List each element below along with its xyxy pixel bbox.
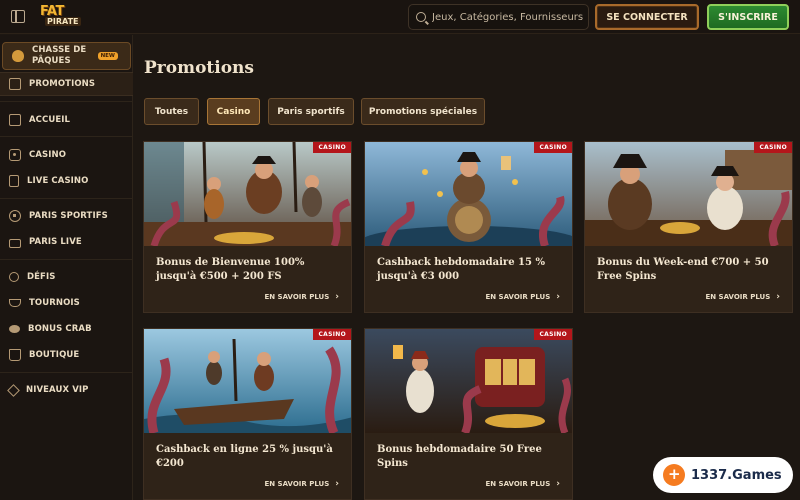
casino-tag: CASINO xyxy=(534,142,572,153)
sidebar-item-vip-levels[interactable]: NIVEAUX VIP xyxy=(0,381,133,399)
casino-tag: CASINO xyxy=(313,142,351,153)
gift-box-icon xyxy=(9,78,21,90)
promo-card-image xyxy=(365,142,572,246)
signup-button[interactable]: S'INSCRIRE xyxy=(707,4,789,30)
new-badge: NEW xyxy=(97,52,118,60)
promo-card-welcome-bonus[interactable]: CASINO Bonus de Bienvenue 100% jusqu'à €… xyxy=(143,141,352,313)
promo-card-image xyxy=(585,142,792,246)
sidebar-item-label: DÉFIS xyxy=(27,271,56,282)
learn-more-label: EN SAVOIR PLUS xyxy=(264,480,330,488)
tab-special-promotions[interactable]: Promotions spéciales xyxy=(361,98,485,125)
sidebar-item-challenges[interactable]: DÉFIS xyxy=(0,268,133,286)
learn-more-link[interactable]: EN SAVOIR PLUS › xyxy=(485,292,560,302)
diamond-icon xyxy=(7,383,20,397)
learn-more-label: EN SAVOIR PLUS xyxy=(485,480,551,488)
logo-text-bottom: PIRATE xyxy=(45,17,81,26)
home-icon xyxy=(9,114,21,126)
casino-chip-icon xyxy=(9,149,21,161)
promo-card-title: Bonus de Bienvenue 100% jusqu'à €500 + 2… xyxy=(156,257,305,282)
sidebar-item-label: PROMOTIONS xyxy=(29,78,96,89)
sidebar-toggle-icon[interactable] xyxy=(11,10,25,23)
card-icon xyxy=(9,175,19,187)
sidebar-item-label: PARIS SPORTIFS xyxy=(29,210,108,221)
promo-card-title: Bonus du Week-end €700 + 50 Free Spins xyxy=(597,257,769,282)
promo-card-title: Bonus hebdomadaire 50 Free Spins xyxy=(377,444,542,469)
search-icon xyxy=(416,12,426,22)
promo-card-image xyxy=(365,329,572,433)
tab-all[interactable]: Toutes xyxy=(144,98,199,125)
sidebar-item-label: BOUTIQUE xyxy=(29,349,80,360)
promo-card-image xyxy=(144,142,351,246)
promo-card-online-cashback[interactable]: CASINO Cashback en ligne 25 % jusqu'à €2… xyxy=(143,328,352,500)
login-button[interactable]: SE CONNECTER xyxy=(595,4,699,30)
watermark-text: 1337.Games xyxy=(691,467,782,483)
sidebar-item-label: CHASSE DE PÂQUES xyxy=(32,45,87,66)
page-title: Promotions xyxy=(144,58,254,78)
watermark-badge: 1337.Games xyxy=(653,457,793,493)
casino-tag: CASINO xyxy=(754,142,792,153)
sidebar-item-sports-betting[interactable]: PARIS SPORTIFS xyxy=(0,207,133,225)
sidebar-item-casino[interactable]: CASINO xyxy=(0,146,133,164)
sidebar-item-shop[interactable]: BOUTIQUE xyxy=(0,346,133,364)
soccer-ball-icon xyxy=(9,210,21,222)
gamepad-icon xyxy=(663,464,685,486)
chevron-right-icon: › xyxy=(776,292,780,302)
sidebar-divider xyxy=(0,198,133,199)
sidebar-divider xyxy=(0,101,133,102)
sidebar-item-label: BONUS CRAB xyxy=(28,323,92,334)
sidebar-divider xyxy=(0,136,133,137)
promo-card-title: Cashback en ligne 25 % jusqu'à €200 xyxy=(156,444,333,469)
sidebar-item-promotions[interactable]: PROMOTIONS xyxy=(0,72,133,96)
learn-more-link[interactable]: EN SAVOIR PLUS › xyxy=(264,479,339,489)
promo-card-image xyxy=(144,329,351,433)
sidebar-item-label: ACCUEIL xyxy=(29,114,71,125)
learn-more-label: EN SAVOIR PLUS xyxy=(485,293,551,301)
sidebar-item-live-betting[interactable]: PARIS LIVE xyxy=(0,233,133,251)
learn-more-label: EN SAVOIR PLUS xyxy=(264,293,330,301)
sidebar-item-label: PARIS LIVE xyxy=(29,236,82,247)
learn-more-link[interactable]: EN SAVOIR PLUS › xyxy=(485,479,560,489)
learn-more-label: EN SAVOIR PLUS xyxy=(705,293,771,301)
chevron-right-icon: › xyxy=(556,292,560,302)
promo-card-weekly-cashback[interactable]: CASINO Cashback hebdomadaire 15 % jusqu'… xyxy=(364,141,573,313)
sidebar-divider xyxy=(0,372,133,373)
tab-sports-betting[interactable]: Paris sportifs xyxy=(268,98,354,125)
shopping-bag-icon xyxy=(9,349,21,361)
sidebar-item-tournaments[interactable]: TOURNOIS xyxy=(0,294,133,312)
trophy-icon xyxy=(9,299,21,307)
sidebar-item-live-casino[interactable]: LIVE CASINO xyxy=(0,172,133,190)
tab-casino[interactable]: Casino xyxy=(207,98,260,125)
sidebar-item-label: CASINO xyxy=(29,149,67,160)
promo-card-weekly-free-spins[interactable]: CASINO Bonus hebdomadaire 50 Free Spins … xyxy=(364,328,573,500)
top-header: FAT PIRATE SE CONNECTER S'INSCRIRE xyxy=(0,0,800,34)
live-tv-icon xyxy=(9,238,21,248)
casino-tag: CASINO xyxy=(313,329,351,340)
sidebar-item-label: NIVEAUX VIP xyxy=(26,384,89,395)
chevron-right-icon: › xyxy=(556,479,560,489)
casino-tag: CASINO xyxy=(534,329,572,340)
promo-card-title: Cashback hebdomadaire 15 % jusqu'à €3 00… xyxy=(377,257,545,282)
promo-card-weekend-bonus[interactable]: CASINO Bonus du Week-end €700 + 50 Free … xyxy=(584,141,793,313)
sidebar: CHASSE DE PÂQUES NEW PROMOTIONS ACCUEIL … xyxy=(0,35,133,500)
fat-pirate-logo[interactable]: FAT PIRATE xyxy=(36,4,84,30)
learn-more-link[interactable]: EN SAVOIR PLUS › xyxy=(264,292,339,302)
sidebar-item-bonus-crab[interactable]: BONUS CRAB xyxy=(0,320,133,338)
sidebar-item-label: TOURNOIS xyxy=(29,297,80,308)
sidebar-divider xyxy=(0,259,133,260)
sidebar-item-home[interactable]: ACCUEIL xyxy=(0,111,133,129)
sidebar-item-label: LIVE CASINO xyxy=(27,175,89,186)
chevron-right-icon: › xyxy=(335,292,339,302)
crab-icon xyxy=(9,325,20,333)
chevron-right-icon: › xyxy=(335,479,339,489)
bulb-icon xyxy=(9,272,19,282)
search-box[interactable] xyxy=(408,4,589,30)
egg-icon xyxy=(12,50,24,62)
learn-more-link[interactable]: EN SAVOIR PLUS › xyxy=(705,292,780,302)
search-input[interactable] xyxy=(432,11,588,23)
sidebar-item-easter-hunt[interactable]: CHASSE DE PÂQUES NEW xyxy=(2,42,131,70)
